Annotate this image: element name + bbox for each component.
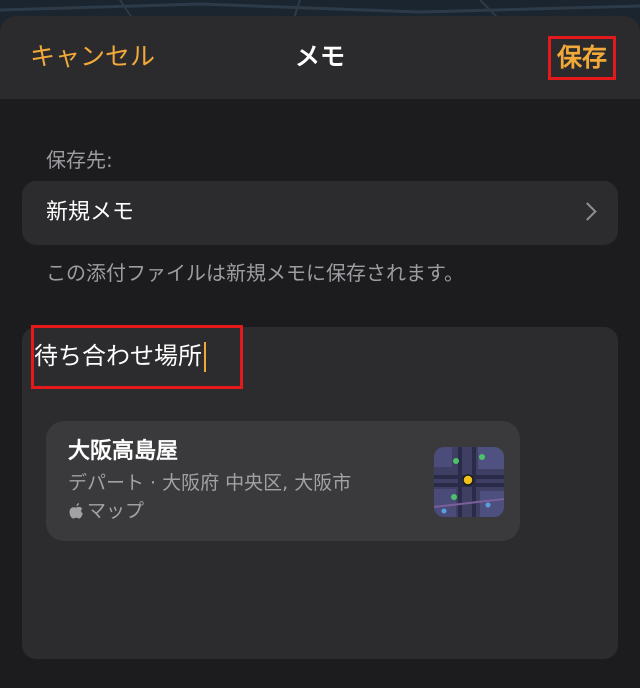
- share-sheet: キャンセル メモ 保存 保存先: 新規メモ この添付ファイルは新規メモに保存され…: [0, 16, 640, 688]
- place-source-label: マップ: [87, 500, 145, 522]
- note-title-input[interactable]: 待ち合わせ場所: [34, 340, 206, 372]
- chevron-right-icon: [578, 202, 597, 221]
- map-thumbnail: [434, 447, 504, 517]
- destination-label: 保存先:: [46, 148, 113, 172]
- place-subtitle: デパート · 大阪府 中央区, 大阪市: [68, 472, 352, 494]
- note-editor[interactable]: 待ち合わせ場所 大阪高島屋 デパート · 大阪府 中央区, 大阪市 マップ: [22, 325, 618, 659]
- save-button[interactable]: 保存: [547, 36, 616, 80]
- destination-note: この添付ファイルは新規メモに保存されます。: [46, 261, 464, 285]
- destination-selector[interactable]: 新規メモ: [22, 181, 618, 245]
- destination-value: 新規メモ: [46, 200, 135, 225]
- nav-bar: キャンセル メモ 保存: [0, 16, 640, 99]
- place-source: マップ: [68, 497, 144, 525]
- text-cursor: [204, 342, 206, 372]
- note-title-text: 待ち合わせ場所: [34, 342, 202, 370]
- place-name: 大阪高島屋: [68, 439, 179, 464]
- place-attachment-card[interactable]: 大阪高島屋 デパート · 大阪府 中央区, 大阪市 マップ: [46, 421, 520, 541]
- apple-logo-icon: [69, 503, 83, 519]
- page-title: メモ: [294, 42, 345, 71]
